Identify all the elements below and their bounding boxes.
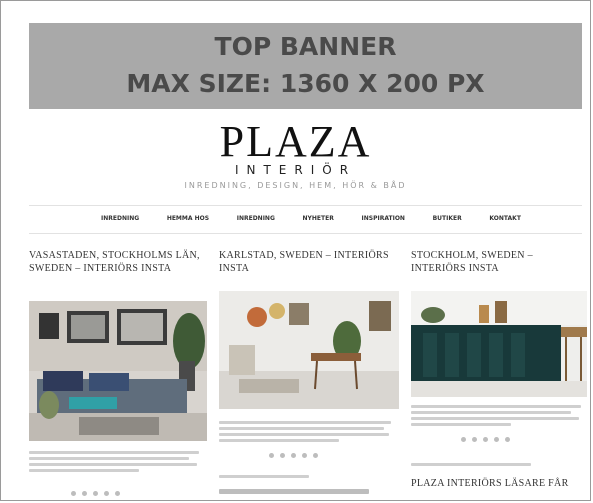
post-image[interactable] [219,291,399,409]
share-icon[interactable] [104,491,109,496]
share-icon[interactable] [71,491,76,496]
nav-item[interactable]: INSPIRATION [362,215,405,222]
nav-item[interactable]: NYHETER [303,215,334,222]
share-icon[interactable] [461,437,466,442]
share-icons [71,491,120,496]
share-icon[interactable] [494,437,499,442]
main-nav: INREDNING HEMMA HOS INREDNING NYHETER IN… [101,215,521,222]
share-icons [269,453,318,458]
next-post-meta [219,475,399,481]
post-excerpt [219,421,399,445]
share-icon[interactable] [269,453,274,458]
post-image[interactable] [29,301,207,441]
kitchen-photo [411,291,587,397]
logo-subtitle: INTERIÖR [234,163,357,177]
nav-divider-top [29,205,582,206]
share-icon[interactable] [313,453,318,458]
share-icon[interactable] [115,491,120,496]
post-excerpt [29,451,207,475]
banner-line-1: TOP BANNER [214,32,397,61]
share-icon[interactable] [483,437,488,442]
share-icon[interactable] [93,491,98,496]
post-image[interactable] [411,291,587,397]
page-frame: TOP BANNER MAX SIZE: 1360 X 200 PX PLAZA… [0,0,591,501]
nav-item[interactable]: INREDNING [101,215,139,222]
share-icon[interactable] [291,453,296,458]
share-icons [461,437,510,442]
nav-item[interactable]: INREDNING [237,215,275,222]
living-room-photo [29,301,207,441]
post-card: VASASTADEN, STOCKHOLMS LÄN, SWEDEN – INT… [29,249,207,275]
post-title[interactable]: KARLSTAD, SWEDEN – INTERIÖRS INSTA [219,249,397,275]
logo-tagline: INREDNING, DESIGN, HEM, HÖR & BÅD [184,181,407,190]
site-logo[interactable]: PLAZA INTERIÖR INREDNING, DESIGN, HEM, H… [1,117,590,191]
post-card: KARLSTAD, SWEDEN – INTERIÖRS INSTA [219,249,397,275]
post-title[interactable]: STOCKHOLM, SWEDEN – INTERIÖRS INSTA [411,249,589,275]
share-icon[interactable] [82,491,87,496]
next-post-title[interactable]: PLAZA INTERIÖRS LÄSARE FÅR [411,477,587,490]
nav-item[interactable]: BUTIKER [433,215,462,222]
share-icon[interactable] [472,437,477,442]
top-banner-ad[interactable]: TOP BANNER MAX SIZE: 1360 X 200 PX [29,23,582,109]
nav-divider-bottom [29,233,582,234]
post-excerpt [411,405,587,429]
next-post-title-placeholder [219,489,399,497]
share-icon[interactable] [302,453,307,458]
banner-line-2: MAX SIZE: 1360 X 200 PX [126,69,485,98]
logo-title: PLAZA [219,117,372,166]
bright-room-photo [219,291,399,409]
share-icon[interactable] [505,437,510,442]
next-post-meta [411,463,587,469]
post-card: STOCKHOLM, SWEDEN – INTERIÖRS INSTA [411,249,589,275]
nav-item[interactable]: HEMMA HOS [167,215,209,222]
share-icon[interactable] [280,453,285,458]
nav-item[interactable]: KONTAKT [489,215,521,222]
post-title[interactable]: VASASTADEN, STOCKHOLMS LÄN, SWEDEN – INT… [29,249,207,275]
